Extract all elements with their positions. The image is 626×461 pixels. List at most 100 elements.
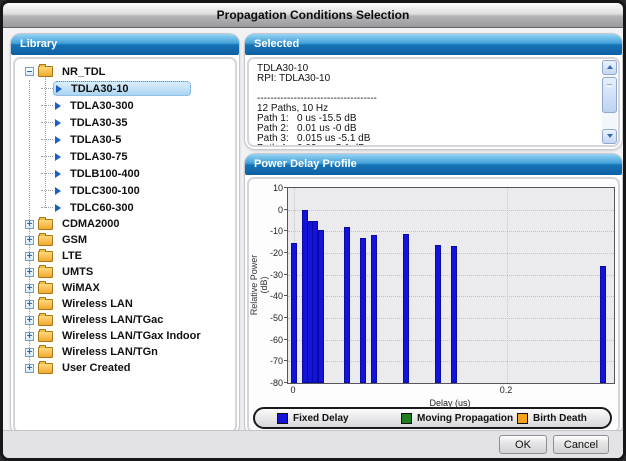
leaf-arrow-icon: [55, 119, 61, 127]
tree-item-label: TDLB100-400: [66, 167, 144, 181]
expander-minus-icon[interactable]: –: [25, 67, 34, 76]
dialog-titlebar[interactable]: Propagation Conditions Selection: [3, 3, 623, 28]
expander-plus-icon[interactable]: +: [25, 268, 34, 277]
tree-item-tdla30-75[interactable]: TDLA30-75: [23, 148, 235, 165]
tree-item-content: TDLC300-100: [53, 184, 144, 198]
tree-item-content: TDLC60-300: [53, 201, 138, 215]
tree-item-label: TDLA30-10: [67, 82, 132, 96]
expander-plus-icon[interactable]: +: [25, 236, 34, 245]
scrollbar-thumb[interactable]: [602, 77, 617, 113]
tree-item-nr-tdl[interactable]: –NR_TDL: [23, 63, 235, 80]
y-tick-label: -40: [253, 291, 283, 301]
pdp-chart-plot: [287, 187, 615, 384]
selected-details-line: RPI: TDLA30-10: [257, 74, 594, 84]
pdp-panel-title: Power Delay Profile: [254, 158, 357, 170]
tree-item-tdlc300-100[interactable]: TDLC300-100: [23, 182, 235, 199]
tree-item-content: LTE: [38, 249, 86, 263]
power-delay-profile-panel: Power Delay Profile Relative Power (dB) …: [245, 154, 622, 435]
legend-swatch-icon: [517, 413, 528, 424]
tree-item-label: TDLA30-75: [66, 150, 131, 164]
expander-plus-icon[interactable]: +: [25, 364, 34, 373]
tree-item-wireless-lan-tgac[interactable]: + Wireless LAN/TGac: [23, 312, 235, 328]
tree-item-content: TDLA30-300: [53, 99, 138, 113]
tree-item-content: WiMAX: [38, 281, 104, 295]
legend-item-fixed-delay: Fixed Delay: [277, 413, 349, 424]
pdp-bar: [360, 238, 366, 383]
y-tick-label: -20: [253, 248, 283, 258]
pdp-bar: [318, 230, 324, 383]
expander-plus-icon[interactable]: +: [25, 220, 34, 229]
tree-item-label: GSM: [58, 233, 91, 247]
folder-icon: [38, 315, 53, 326]
folder-icon: [38, 299, 53, 310]
folder-icon: [38, 331, 53, 342]
pdp-bar: [600, 266, 606, 383]
library-panel: Library –NR_TDL TDLA30-10 TDLA30-300 TDLA30…: [11, 34, 239, 435]
folder-icon: [38, 66, 53, 77]
y-tick-label: -70: [253, 356, 283, 366]
tree-item-content: TDLB100-400: [53, 167, 144, 181]
legend-item-moving-propagation: Moving Propagation: [401, 413, 513, 424]
tree-item-tdla30-10[interactable]: TDLA30-10: [23, 80, 235, 97]
tree-item-label: CDMA2000: [58, 217, 123, 231]
selected-panel-body: TDLA30-10RPI: TDLA30-10-----------------…: [247, 57, 620, 147]
selected-panel-title: Selected: [254, 38, 299, 50]
tree-item-lte[interactable]: + LTE: [23, 248, 235, 264]
folder-icon: [38, 251, 53, 262]
expander-plus-icon[interactable]: +: [25, 348, 34, 357]
tree-item-tdla30-5[interactable]: TDLA30-5: [23, 131, 235, 148]
legend-swatch-icon: [401, 413, 412, 424]
tree-item-wireless-lan-tgn[interactable]: +Wireless LAN/TGn: [23, 344, 235, 360]
tree-item-tdla30-300[interactable]: TDLA30-300: [23, 97, 235, 114]
tree-item-user-created[interactable]: +User Created: [23, 360, 235, 376]
library-panel-header: Library: [11, 34, 239, 55]
tree-connector-stub: [41, 156, 53, 157]
tree-connector-stub: [41, 105, 53, 106]
v-gridline: [507, 188, 508, 383]
tree-item-cdma2000[interactable]: + CDMA2000: [23, 216, 235, 232]
tree-item-label: TDLA30-300: [66, 99, 138, 113]
tree-item-label: TDLC60-300: [66, 201, 138, 215]
legend-item-birth-death: Birth Death: [517, 413, 587, 424]
scrollbar[interactable]: [602, 60, 617, 144]
expander-plus-icon[interactable]: +: [25, 284, 34, 293]
tree-item-content: TDLA30-35: [53, 116, 131, 130]
tree-item-content: Wireless LAN/TGac: [38, 313, 167, 327]
x-tick-label: 0.2: [500, 385, 513, 395]
tree-item-label: TDLC300-100: [66, 184, 144, 198]
scrollbar-down-icon[interactable]: [602, 129, 617, 144]
leaf-arrow-icon: [55, 170, 61, 178]
ok-button[interactable]: OK: [499, 435, 547, 454]
tree-item-gsm[interactable]: + GSM: [23, 232, 235, 248]
leaf-arrow-icon: [55, 153, 61, 161]
tree-item-tdla30-35[interactable]: TDLA30-35: [23, 114, 235, 131]
tree-item-umts[interactable]: +UMTS: [23, 264, 235, 280]
expander-plus-icon[interactable]: +: [25, 316, 34, 325]
tree-item-wireless-lan-tgax-indoor[interactable]: + Wireless LAN/TGax Indoor: [23, 328, 235, 344]
cancel-button[interactable]: Cancel: [553, 435, 609, 454]
expander-plus-icon[interactable]: +: [25, 252, 34, 261]
scrollbar-up-icon[interactable]: [602, 60, 617, 75]
library-panel-body: –NR_TDL TDLA30-10 TDLA30-300 TDLA30-35 TDLA3…: [13, 57, 237, 433]
tree-item-tdlb100-400[interactable]: TDLB100-400: [23, 165, 235, 182]
tree-item-label: Wireless LAN/TGax Indoor: [58, 329, 205, 343]
tree-item-wimax[interactable]: + WiMAX: [23, 280, 235, 296]
tree-item-content: Wireless LAN/TGax Indoor: [38, 329, 205, 343]
tree-item-content: NR_TDL: [38, 65, 109, 79]
dialog-footer: OK Cancel: [3, 430, 623, 458]
leaf-arrow-icon: [55, 136, 61, 144]
library-panel-title: Library: [20, 38, 57, 50]
legend-swatch-icon: [277, 413, 288, 424]
leaf-arrow-icon: [55, 204, 61, 212]
expander-plus-icon[interactable]: +: [25, 332, 34, 341]
tree-item-label: WiMAX: [58, 281, 104, 295]
x-tick-label: 0: [290, 385, 295, 395]
expander-plus-icon[interactable]: +: [25, 300, 34, 309]
tree-item-tdlc60-300[interactable]: TDLC60-300: [23, 199, 235, 216]
y-tick-label: -60: [253, 335, 283, 345]
tree-item-content: TDLA30-5: [53, 133, 125, 147]
legend-label: Fixed Delay: [293, 413, 349, 424]
selected-panel-header: Selected: [245, 34, 622, 55]
tree-item-wireless-lan[interactable]: +Wireless LAN: [23, 296, 235, 312]
tree-item-content: TDLA30-10: [53, 81, 191, 96]
